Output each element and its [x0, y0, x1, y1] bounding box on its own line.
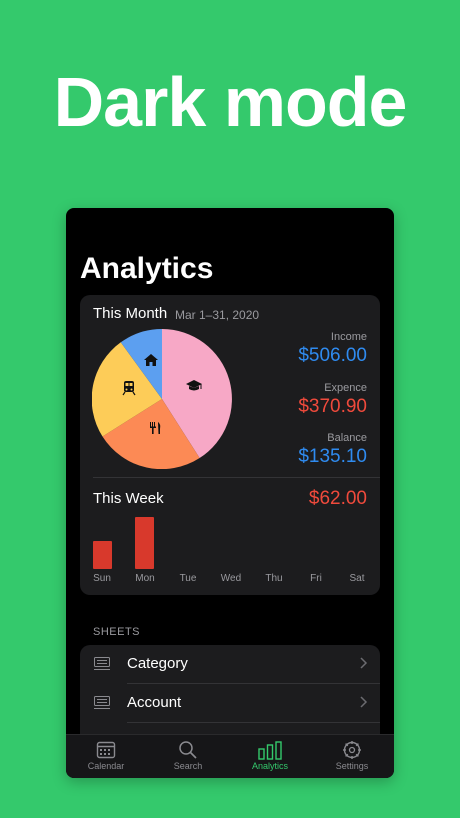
sheet-label: Category [127, 655, 188, 672]
income-value: $506.00 [298, 345, 367, 366]
headline: Dark mode [53, 63, 408, 141]
day-label: Tue [179, 573, 197, 584]
sheets-section-label: SHEETS [93, 626, 141, 638]
card-divider [93, 477, 380, 478]
analytics-card[interactable]: This Month Mar 1–31, 2020 Income $506.00… [80, 295, 380, 595]
tab-analytics[interactable]: Analytics [235, 740, 305, 771]
category-pie-chart[interactable] [92, 329, 232, 469]
week-title: This Week [93, 490, 164, 507]
tab-label: Search [173, 761, 203, 771]
tab-label: Analytics [251, 761, 288, 771]
phone-screen: Analytics This Month Mar 1–31, 2020 Inco… [66, 208, 394, 778]
chevron-right-icon [360, 696, 368, 708]
day-label: Thu [265, 573, 283, 584]
bar-sun [93, 541, 112, 569]
sheet-row-category[interactable]: Category [80, 645, 380, 684]
row-separator [127, 722, 380, 723]
tab-label: Settings [335, 761, 369, 771]
day-label: Mon [135, 573, 155, 584]
tab-search[interactable]: Search [153, 740, 223, 771]
list-icon [94, 657, 110, 670]
expense-label: Expence [324, 382, 367, 394]
day-label: Sun [93, 573, 111, 584]
bar-mon [135, 517, 154, 569]
gear-icon [343, 741, 361, 759]
day-label: Fri [310, 573, 322, 584]
sheet-row-account[interactable]: Account [80, 684, 380, 723]
calendar-icon [96, 741, 116, 759]
month-title: This Month [93, 305, 168, 322]
list-icon [94, 696, 110, 709]
bar-chart-icon [258, 741, 282, 760]
day-label: Sat [349, 573, 365, 584]
tab-bar: Calendar Search Analytics Settings [66, 734, 394, 778]
month-range: Mar 1–31, 2020 [175, 308, 260, 322]
page-title: Analytics [80, 252, 214, 285]
tab-settings[interactable]: Settings [317, 740, 387, 771]
search-icon [179, 741, 197, 759]
income-label: Income [330, 331, 367, 343]
sheet-label: Account [127, 694, 182, 711]
day-label: Wed [220, 573, 242, 584]
expense-value: $370.90 [298, 396, 367, 417]
balance-label: Balance [327, 432, 367, 444]
balance-value: $135.10 [298, 446, 367, 467]
week-total: $62.00 [308, 488, 367, 509]
tab-label: Calendar [87, 761, 125, 771]
chevron-right-icon [360, 657, 368, 669]
tab-calendar[interactable]: Calendar [71, 740, 141, 771]
